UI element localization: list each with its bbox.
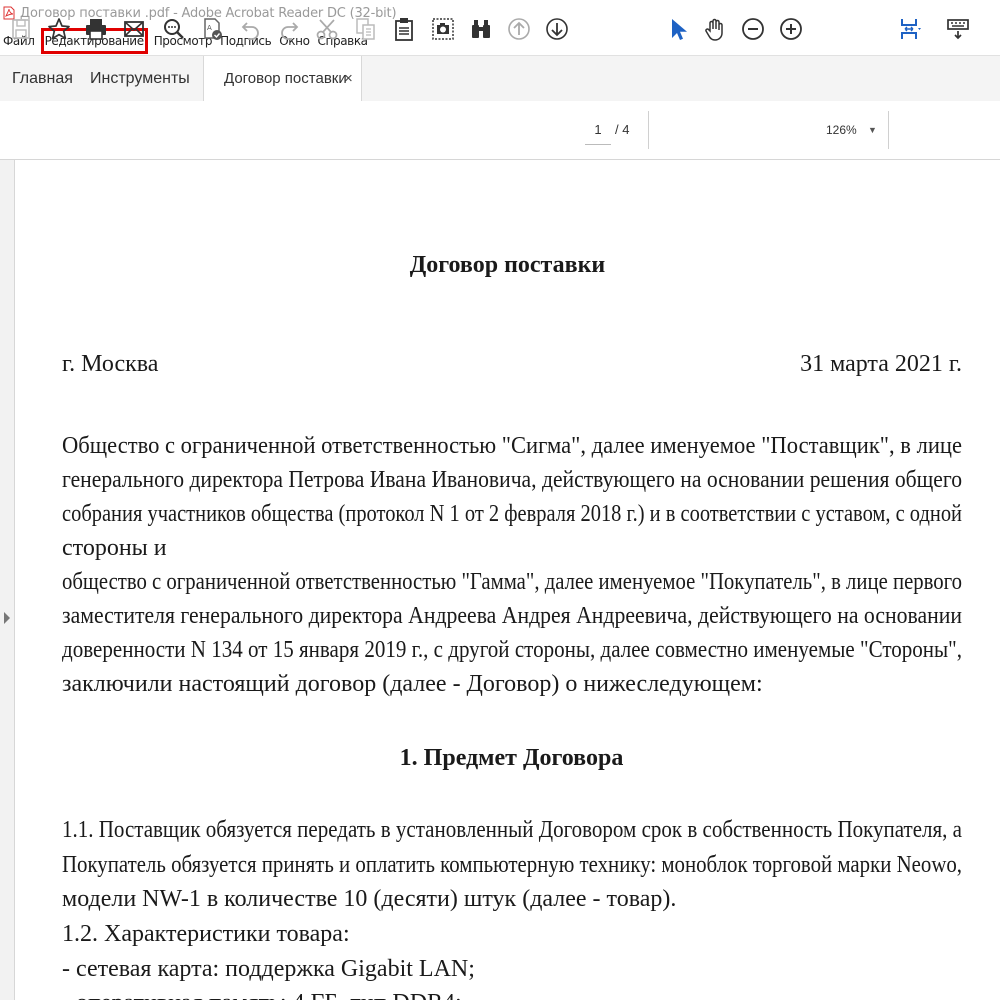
zoom-in-icon[interactable] <box>777 15 805 43</box>
tab-bar: Главная Инструменты Договор поставки ...… <box>0 55 1000 132</box>
paragraph-text: заключили настоящий договор (далее - Дог… <box>62 671 763 697</box>
page-number-input[interactable]: 1 <box>585 116 611 145</box>
paragraph-line: модели NW-1 в количестве 10 (десяти) шту… <box>62 882 962 916</box>
paragraph-text: - сетевая карта: поддержка Gigabit LAN; <box>62 956 475 982</box>
paragraph-text: 1.2. Характеристики товара: <box>62 921 350 947</box>
paragraph-text: Общество с ограниченной ответственностью… <box>62 433 962 459</box>
paragraph-text: общество с ограниченной ответственностью… <box>62 569 962 595</box>
save-icon[interactable] <box>7 15 35 43</box>
zoom-value: 126% <box>826 123 857 137</box>
paragraph-text: заместителя генерального директора Андре… <box>62 603 962 629</box>
paragraph-text: модели NW-1 в количестве 10 (десяти) шту… <box>62 886 677 912</box>
paragraph-line: стороны и <box>62 531 962 565</box>
bookmark-star-icon[interactable] <box>45 15 73 43</box>
document-date: 31 марта 2021 г. <box>800 351 962 377</box>
fit-page-icon[interactable] <box>895 15 923 43</box>
paragraph-line: - оперативная память: 4 ГБ, тип DDR4; <box>62 986 962 1000</box>
paragraph-text: генерального директора Петрова Ивана Ива… <box>62 467 962 493</box>
paragraph-line: заместителя генерального директора Андре… <box>62 599 962 633</box>
undo-icon[interactable] <box>237 15 265 43</box>
paragraph-text: доверенности N 134 от 15 января 2019 г.,… <box>62 637 962 663</box>
chevron-down-icon: ▼ <box>868 125 877 135</box>
city-date-row: г. Москва 31 марта 2021 г. <box>62 347 962 381</box>
paragraph-line: собрания участников общества (протокол N… <box>62 497 962 531</box>
zoom-select[interactable]: 126% ▼ <box>820 116 880 144</box>
tab-close-icon[interactable]: × <box>344 56 353 101</box>
paragraph-line: общество с ограниченной ответственностью… <box>62 565 962 599</box>
navigation-pane-toggle[interactable] <box>0 160 15 1000</box>
page-total: / 4 <box>615 122 630 137</box>
title-bar: Договор поставки .pdf - Adobe Acrobat Re… <box>0 0 1000 26</box>
toolbar-separator <box>648 111 649 149</box>
spellcheck-icon[interactable]: A <box>198 15 226 43</box>
paragraph-text: 1.1. Поставщик обязуется передать в уста… <box>62 817 962 843</box>
tab-document[interactable]: Договор поставки ... × <box>203 56 362 132</box>
print-icon[interactable] <box>82 15 110 43</box>
paragraph-line: 1.2. Характеристики товара: <box>62 917 962 951</box>
paragraph-line: генерального директора Петрова Ивана Ива… <box>62 463 962 497</box>
paragraph-line: - сетевая карта: поддержка Gigabit LAN; <box>62 952 962 986</box>
paragraph-text: Покупатель обязуется принять и оплатить … <box>62 852 962 878</box>
copy-icon[interactable] <box>352 15 380 43</box>
clipboard-icon[interactable] <box>390 15 418 43</box>
cut-icon[interactable] <box>313 15 341 43</box>
paragraph-text: собрания участников общества (протокол N… <box>62 501 962 527</box>
toolbar-separator <box>888 111 889 149</box>
email-icon[interactable] <box>120 15 148 43</box>
document-city: г. Москва <box>62 351 159 377</box>
svg-text:A: A <box>207 24 212 32</box>
redo-icon[interactable] <box>275 15 303 43</box>
keyboard-icon[interactable] <box>944 15 972 43</box>
binoculars-icon[interactable] <box>467 15 495 43</box>
paragraph-line: заключили настоящий договор (далее - Дог… <box>62 667 962 701</box>
expand-arrow-icon[interactable] <box>4 612 10 624</box>
tab-home[interactable]: Главная <box>12 56 73 101</box>
document-title: Договор поставки <box>409 252 606 278</box>
paragraph-line: 1.1. Поставщик обязуется передать в уста… <box>62 813 962 847</box>
paragraph-text: стороны и <box>62 535 167 561</box>
tab-tools[interactable]: Инструменты <box>90 56 190 101</box>
menu-bar: Файл Редактирование Просмотр Подпись Окн… <box>0 28 1000 54</box>
zoom-out-icon[interactable] <box>739 15 767 43</box>
snapshot-icon[interactable] <box>429 15 457 43</box>
prev-page-icon[interactable] <box>505 15 533 43</box>
paragraph-line: доверенности N 134 от 15 января 2019 г.,… <box>62 633 962 667</box>
section-heading: 1. Предмет Договора <box>399 745 624 771</box>
paragraph-line: Покупатель обязуется принять и оплатить … <box>62 848 962 882</box>
next-page-icon[interactable] <box>543 15 571 43</box>
paragraph-text: - оперативная память: 4 ГБ, тип DDR4; <box>62 990 462 1000</box>
select-cursor-icon[interactable] <box>663 15 691 43</box>
paragraph-line: Общество с ограниченной ответственностью… <box>62 429 962 463</box>
document-page: Договор поставки г. Москва 31 марта 2021… <box>15 160 1000 1000</box>
find-text-icon[interactable] <box>160 15 188 43</box>
hand-icon[interactable] <box>701 15 729 43</box>
